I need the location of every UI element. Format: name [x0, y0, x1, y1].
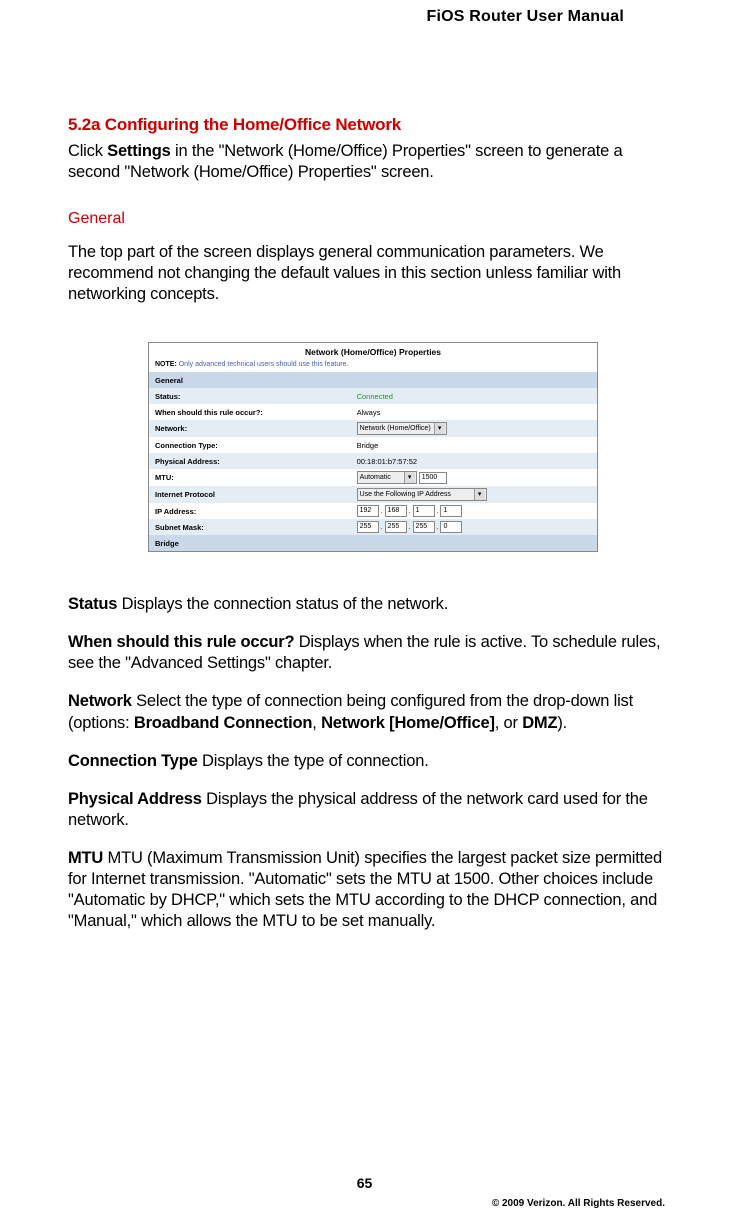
note-label: NOTE:	[155, 361, 177, 368]
phys-addr-value: 00:18:01:b7:57:52	[351, 453, 597, 469]
opt-broadband: Broadband Connection	[134, 714, 312, 732]
sm-octet-3[interactable]: 255	[413, 521, 435, 533]
conn-type-label: Connection Type:	[149, 437, 351, 453]
ip-addr-label: IP Address:	[149, 503, 351, 519]
properties-table: General Status: Connected When should th…	[149, 372, 597, 551]
mtu-label: MTU:	[149, 469, 351, 486]
def-term: Connection Type	[68, 752, 198, 770]
settings-bold: Settings	[107, 142, 171, 160]
figure-note: NOTE: Only advanced technical users shou…	[149, 359, 597, 372]
general-subheading: General	[68, 210, 678, 228]
def-text: Displays the connection status of the ne…	[117, 595, 448, 613]
network-label: Network:	[149, 420, 351, 437]
status-label: Status:	[149, 388, 351, 404]
section-heading: 5.2a Configuring the Home/Office Network	[68, 115, 678, 135]
ip-octet-1[interactable]: 192	[357, 505, 379, 517]
ip-address-group: 192. 168. 1. 1	[357, 505, 463, 517]
mtu-select[interactable]: Automatic	[357, 471, 417, 484]
definitions: Status Displays the connection status of…	[68, 594, 678, 932]
figure-title: Network (Home/Office) Properties	[149, 343, 597, 359]
subnet-group: 255. 255. 255. 0	[357, 521, 463, 533]
section-bridge: Bridge	[149, 535, 597, 551]
def-term: When should this rule occur?	[68, 633, 294, 651]
sm-octet-1[interactable]: 255	[357, 521, 379, 533]
def-term: Physical Address	[68, 790, 202, 808]
sm-octet-2[interactable]: 255	[385, 521, 407, 533]
def-mtu: MTU MTU (Maximum Transmission Unit) spec…	[68, 848, 678, 932]
when-value: Always	[351, 404, 597, 420]
section-general: General	[149, 372, 597, 388]
manual-header: FiOS Router User Manual	[426, 8, 624, 26]
def-when: When should this rule occur? Displays wh…	[68, 632, 678, 674]
def-term: Status	[68, 595, 117, 613]
def-text: MTU (Maximum Transmission Unit) specifie…	[68, 849, 662, 930]
note-text: Only advanced technical users should use…	[179, 361, 349, 368]
def-status: Status Displays the connection status of…	[68, 594, 678, 615]
ip-proto-select[interactable]: Use the Following IP Address	[357, 488, 487, 501]
page-number: 65	[0, 1175, 729, 1191]
opt-dmz: DMZ	[522, 714, 557, 732]
properties-screenshot: Network (Home/Office) Properties NOTE: O…	[148, 342, 598, 552]
subnet-label: Subnet Mask:	[149, 519, 351, 535]
def-text: Displays the type of connection.	[198, 752, 429, 770]
ip-proto-label: Internet Protocol	[149, 486, 351, 503]
def-term: MTU	[68, 849, 103, 867]
intro-paragraph: Click Settings in the "Network (Home/Off…	[68, 141, 678, 182]
sm-octet-4[interactable]: 0	[440, 521, 462, 533]
def-conn-type: Connection Type Displays the type of con…	[68, 751, 678, 772]
status-value: Connected	[351, 388, 597, 404]
conn-type-value: Bridge	[351, 437, 597, 453]
ip-octet-3[interactable]: 1	[413, 505, 435, 517]
text: Click	[68, 142, 107, 160]
ip-octet-2[interactable]: 168	[385, 505, 407, 517]
when-label: When should this rule occur?:	[149, 404, 351, 420]
def-network: Network Select the type of connection be…	[68, 691, 678, 733]
def-term: Network	[68, 692, 132, 710]
page-content: 5.2a Configuring the Home/Office Network…	[68, 115, 678, 949]
ip-octet-4[interactable]: 1	[440, 505, 462, 517]
network-select[interactable]: Network (Home/Office)	[357, 422, 447, 435]
copyright-text: © 2009 Verizon. All Rights Reserved.	[492, 1198, 665, 1209]
phys-addr-label: Physical Address:	[149, 453, 351, 469]
general-paragraph: The top part of the screen displays gene…	[68, 242, 678, 304]
mtu-input[interactable]: 1500	[419, 472, 447, 484]
opt-network-home: Network [Home/Office]	[321, 714, 495, 732]
def-phys-addr: Physical Address Displays the physical a…	[68, 789, 678, 831]
figure-container: Network (Home/Office) Properties NOTE: O…	[68, 342, 678, 552]
